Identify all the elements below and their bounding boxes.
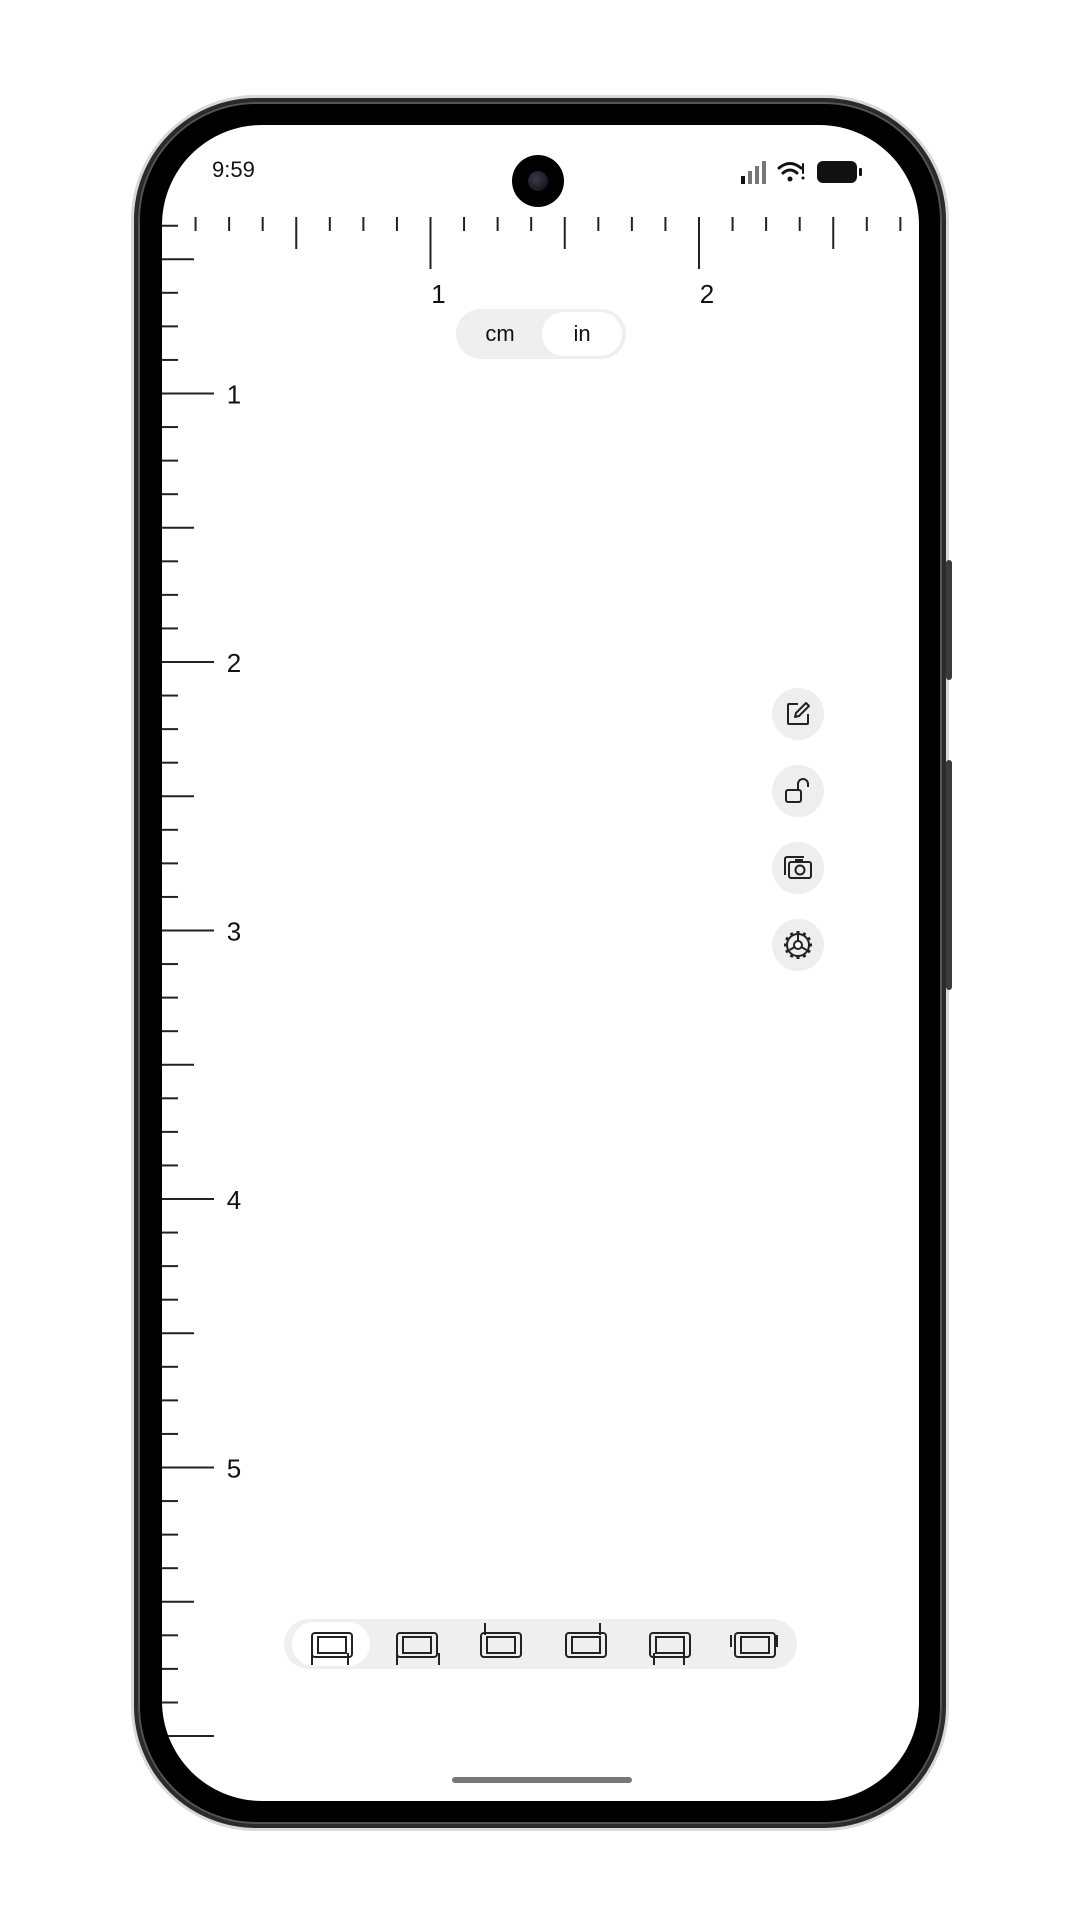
mode-top-right-icon <box>564 1623 607 1658</box>
volume-button <box>946 560 952 680</box>
mode-button[interactable] <box>630 1619 710 1669</box>
screenshot-button[interactable] <box>772 842 824 894</box>
mode-button[interactable] <box>546 1619 626 1669</box>
screen: 9:59 1212345 cm in <box>162 125 919 1801</box>
lock-button[interactable] <box>772 765 824 817</box>
unit-toggle: cm in <box>456 309 626 359</box>
top-tick-label: 1 <box>431 279 445 309</box>
mode-bar <box>284 1619 797 1669</box>
unit-in-button[interactable]: in <box>542 312 622 356</box>
settings-button[interactable] <box>772 919 824 971</box>
unit-cm-button[interactable]: cm <box>460 312 540 356</box>
mode-bottom-right-icon <box>395 1632 440 1665</box>
power-button <box>946 760 952 990</box>
mode-top-left-icon <box>480 1623 522 1658</box>
left-tick-label: 4 <box>227 1185 241 1215</box>
left-tick-label: 2 <box>227 648 241 678</box>
mode-sides-icon <box>729 1632 778 1658</box>
left-tick-label: 1 <box>227 380 241 410</box>
mode-button[interactable] <box>377 1619 457 1669</box>
screenshot-icon <box>784 856 812 879</box>
home-indicator[interactable] <box>452 1777 632 1783</box>
left-tick-label: 3 <box>227 917 241 947</box>
mode-button[interactable] <box>461 1619 541 1669</box>
settings-icon <box>784 931 812 959</box>
edit-icon <box>787 702 810 725</box>
mode-bottom-both-icon <box>649 1632 691 1665</box>
mode-button[interactable] <box>715 1619 795 1669</box>
edit-button[interactable] <box>772 688 824 740</box>
mode-bottom-left-icon <box>311 1632 353 1665</box>
unlock-icon <box>785 778 809 803</box>
left-tick-label: 5 <box>227 1454 241 1484</box>
mode-button[interactable] <box>292 1619 372 1669</box>
top-tick-label: 2 <box>700 279 714 309</box>
